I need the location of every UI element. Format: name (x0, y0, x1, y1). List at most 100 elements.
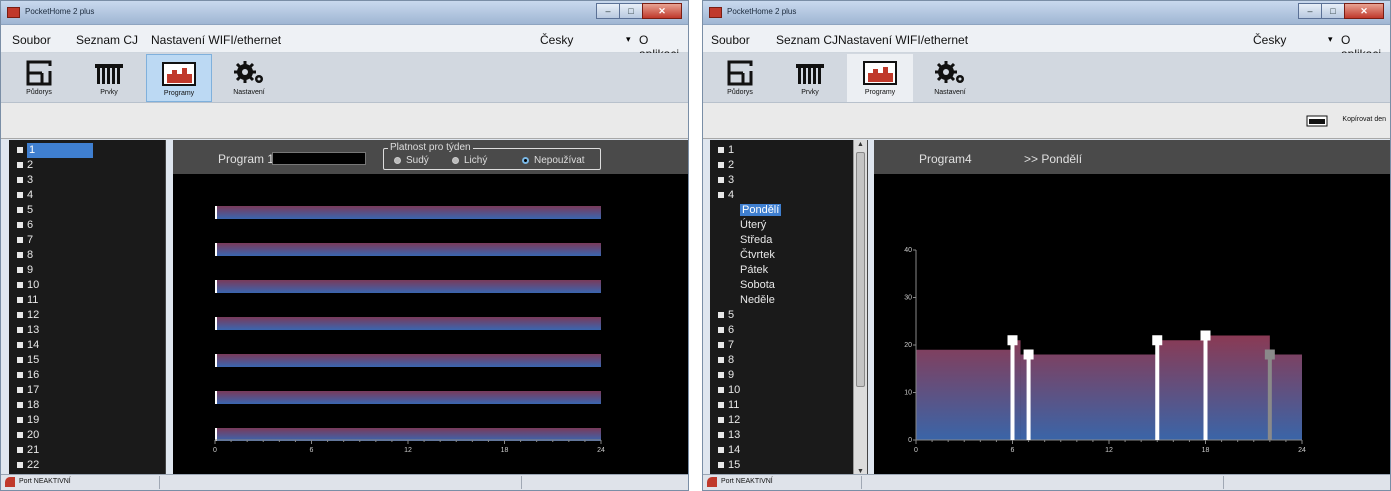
tree-item[interactable]: 3 (17, 173, 33, 188)
expand-icon[interactable] (17, 342, 23, 349)
expand-icon[interactable] (17, 192, 23, 199)
tree-scrollbar[interactable]: ▲ ▼ (853, 140, 867, 476)
floorplan-button[interactable]: Půdorys (707, 54, 773, 102)
handle-stem[interactable] (1155, 340, 1160, 440)
day-bar-handle[interactable] (215, 206, 217, 219)
temperature-handle[interactable] (1007, 335, 1018, 346)
menu-wifi[interactable]: Nastavení WIFI/ethernet (838, 33, 968, 47)
tree-item[interactable]: 2 (17, 158, 33, 173)
tree-item[interactable]: 18 (17, 398, 39, 413)
day-bar[interactable] (215, 391, 601, 404)
programs-button[interactable]: Programy (847, 54, 913, 102)
day-item[interactable]: Pátek (740, 263, 768, 278)
maximize-button[interactable]: □ (1321, 3, 1345, 19)
expand-icon[interactable] (718, 342, 724, 349)
expand-icon[interactable] (718, 387, 724, 394)
tree-item[interactable]: 1 (17, 143, 93, 158)
radio-unused[interactable]: Nepoužívat (522, 155, 585, 166)
day-bar[interactable] (215, 243, 601, 256)
scroll-up-icon[interactable]: ▲ (857, 141, 864, 148)
expand-icon[interactable] (718, 432, 724, 439)
expand-icon[interactable] (718, 447, 724, 454)
day-item[interactable]: Neděle (740, 293, 775, 308)
temperature-handle[interactable] (1200, 330, 1211, 341)
minimize-button[interactable]: – (1298, 3, 1322, 19)
expand-icon[interactable] (718, 147, 724, 154)
tree-item[interactable]: 8 (718, 353, 734, 368)
scroll-thumb[interactable] (856, 152, 865, 387)
tree-item[interactable]: 21 (17, 443, 39, 458)
settings-button[interactable]: Nastavení (917, 54, 983, 102)
day-bar[interactable] (215, 206, 601, 219)
tree-item[interactable]: 14 (718, 443, 740, 458)
menu-file[interactable]: Soubor (12, 33, 51, 47)
tree-item[interactable]: 5 (718, 308, 734, 323)
tree-item[interactable]: 20 (17, 428, 39, 443)
day-bar[interactable] (215, 317, 601, 330)
menu-cj-list[interactable]: Seznam CJ (776, 33, 838, 47)
day-item[interactable]: Čtvrtek (740, 248, 775, 263)
language-select[interactable]: Česky (540, 33, 573, 47)
expand-icon[interactable] (718, 327, 724, 334)
day-bar-handle[interactable] (215, 280, 217, 293)
expand-icon[interactable] (718, 192, 724, 199)
expand-icon[interactable] (718, 402, 724, 409)
copy-day-icon[interactable] (1306, 113, 1328, 127)
copy-day-button[interactable]: Kopírovat den (1342, 116, 1386, 123)
tree-item[interactable]: 15 (718, 458, 740, 473)
radio-even[interactable]: Sudý (394, 155, 429, 166)
tree-item[interactable]: 4 (718, 188, 734, 203)
expand-icon[interactable] (17, 432, 23, 439)
expand-icon[interactable] (17, 252, 23, 259)
expand-icon[interactable] (17, 357, 23, 364)
expand-icon[interactable] (17, 312, 23, 319)
temperature-handle[interactable] (1152, 335, 1163, 346)
day-bar[interactable] (215, 280, 601, 293)
expand-icon[interactable] (17, 162, 23, 169)
day-item[interactable]: Pondělí (740, 203, 782, 218)
tree-item[interactable]: 6 (718, 323, 734, 338)
day-item[interactable]: Středa (740, 233, 772, 248)
tree-item[interactable]: 5 (17, 203, 33, 218)
language-select[interactable]: Česky (1253, 33, 1286, 47)
tree-item[interactable]: 4 (17, 188, 33, 203)
day-bar-handle[interactable] (215, 391, 217, 404)
elements-button[interactable]: Prvky (777, 54, 843, 102)
expand-icon[interactable] (718, 312, 724, 319)
day-bar-handle[interactable] (215, 428, 217, 441)
tree-item[interactable]: 2 (718, 158, 734, 173)
expand-icon[interactable] (17, 237, 23, 244)
day-bar-handle[interactable] (215, 243, 217, 256)
expand-icon[interactable] (17, 447, 23, 454)
chevron-down-icon[interactable]: ▾ (626, 34, 631, 45)
day-bar[interactable] (215, 428, 601, 441)
expand-icon[interactable] (17, 207, 23, 214)
tree-item[interactable]: 13 (17, 323, 39, 338)
minimize-button[interactable]: – (596, 3, 620, 19)
program-name-input[interactable] (272, 152, 366, 165)
expand-icon[interactable] (718, 162, 724, 169)
tree-item[interactable]: 10 (718, 383, 740, 398)
expand-icon[interactable] (17, 222, 23, 229)
tree-item[interactable]: 3 (718, 173, 734, 188)
maximize-button[interactable]: □ (619, 3, 643, 19)
tree-item[interactable]: 16 (17, 368, 39, 383)
day-bar[interactable] (215, 354, 601, 367)
temperature-chart[interactable]: 0 6 12 18 24 0 10 20 30 40 (874, 174, 1391, 476)
day-item[interactable]: Sobota (740, 278, 775, 293)
elements-button[interactable]: Prvky (76, 54, 142, 102)
tree-item[interactable]: 12 (17, 308, 39, 323)
expand-icon[interactable] (17, 282, 23, 289)
tree-item[interactable]: 10 (17, 278, 39, 293)
expand-icon[interactable] (17, 297, 23, 304)
tree-item[interactable]: 17 (17, 383, 39, 398)
tree-item[interactable]: 7 (17, 233, 33, 248)
settings-button[interactable]: Nastavení (216, 54, 282, 102)
floorplan-button[interactable]: Půdorys (6, 54, 72, 102)
radio-odd[interactable]: Lichý (452, 155, 487, 166)
tree-item[interactable]: 15 (17, 353, 39, 368)
expand-icon[interactable] (718, 417, 724, 424)
expand-icon[interactable] (718, 177, 724, 184)
tree-item[interactable]: 7 (718, 338, 734, 353)
day-item[interactable]: Úterý (740, 218, 766, 233)
